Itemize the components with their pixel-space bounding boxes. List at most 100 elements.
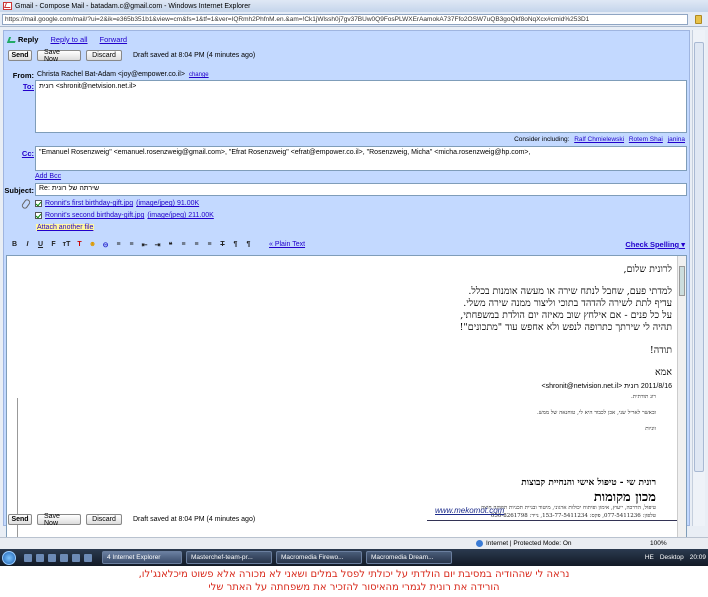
numbered-list-icon[interactable]: ≡ <box>114 240 123 249</box>
quick-launch-icon-1[interactable] <box>24 553 32 562</box>
clock[interactable]: 20:09 <box>690 554 706 561</box>
title-bar: Gmail - Compose Mail - batadam.c@gmail.c… <box>0 0 708 12</box>
url-field[interactable]: https://mail.google.com/mail/?ui=2&ik=e3… <box>2 14 688 25</box>
attach-another-link[interactable]: Attach another file <box>36 224 95 231</box>
body-line-1: למדתי פעם, שחבל לנתח שירה או מעשה אומנות… <box>468 286 672 297</box>
quick-launch-icon-3[interactable] <box>48 553 56 562</box>
change-from-link[interactable]: change <box>189 72 209 78</box>
format-toolbar: B I U F тT T ☻ ⊝ ≡ ≡ ⇤ ⇥ ❝ ≡ ≡ ≡ T ¶ ¶ «… <box>10 240 305 249</box>
subject-field[interactable]: Re: שירתה של רונית <box>35 183 687 196</box>
signature-services: טיפול, הדרכה, ייעוץ, אימון ופיתוח יכולות… <box>480 505 656 511</box>
attachment-row-2: Ronnit's second birthday-gift.jpg (image… <box>35 212 214 219</box>
underline-button[interactable]: U <box>36 240 45 249</box>
quote-icon[interactable]: ❝ <box>166 240 175 249</box>
italic-button[interactable]: I <box>23 240 32 249</box>
align-center-icon[interactable]: ≡ <box>192 240 201 249</box>
quick-launch-icon-2[interactable] <box>36 553 44 562</box>
consider-prefix: Consider including: <box>514 136 570 143</box>
add-bcc-link[interactable]: Add Bcc <box>35 173 61 180</box>
smiley-icon[interactable]: ☻ <box>88 240 97 249</box>
signoff-line: אמא <box>654 367 672 378</box>
quote-header: 2011/8/16 רונית <shronit@netvision.net.i… <box>541 383 672 390</box>
quick-launch-icon-6[interactable] <box>84 553 92 562</box>
body-scrollbar[interactable] <box>677 256 686 537</box>
desktop-toolbar[interactable]: Desktop <box>660 554 684 561</box>
quick-launch-icon-5[interactable] <box>72 553 80 562</box>
attachment-checkbox-2[interactable] <box>35 212 42 219</box>
image-caption: נראה לי שההודיה במסיבת יום הולדתי על יכו… <box>0 568 708 594</box>
remove-format-icon[interactable]: T <box>218 240 227 249</box>
to-field[interactable]: רונית <shronit@netvision.net.il> <box>35 80 687 133</box>
text-color-button[interactable]: T <box>75 240 84 249</box>
check-spelling-link[interactable]: Check Spelling ▾ <box>625 240 685 249</box>
page-scroll-thumb[interactable] <box>694 42 704 472</box>
reply-actions: Reply Reply to all Forward <box>6 35 128 44</box>
task-masterchef[interactable]: Masterchef-team-pr... <box>186 551 272 564</box>
rtl-icon[interactable]: ¶ <box>244 240 253 249</box>
reply-arrow-icon <box>6 37 18 44</box>
to-label[interactable]: To: <box>8 82 34 91</box>
bold-button[interactable]: B <box>10 240 19 249</box>
reply-link[interactable]: Reply <box>6 35 38 44</box>
task-dreamweaver[interactable]: Macromedia Dream... <box>366 551 452 564</box>
discard-button-bottom[interactable]: Discard <box>86 514 122 525</box>
bullet-list-icon[interactable]: ≡ <box>127 240 136 249</box>
caption-line-1: נראה לי שההודיה במסיבת יום הולדתי על יכו… <box>138 569 570 580</box>
signature-phones: טלפון: 077-5411236, פקס: 153-77-5411234,… <box>490 513 656 519</box>
consider-link-2[interactable]: Rotem Shai <box>629 136 663 143</box>
signature-name: רונית שי - טיפול אישי והנחיית קבוצות <box>521 478 656 488</box>
from-field: Christa Rachel Bat-Adam <joy@empower.co.… <box>37 71 209 78</box>
globe-icon <box>476 540 483 547</box>
thanks-line: תודה! <box>649 345 672 356</box>
status-bar: Internet | Protected Mode: On 100% <box>0 537 708 549</box>
font-button[interactable]: F <box>49 240 58 249</box>
quick-launch <box>24 553 92 562</box>
body-scroll-thumb[interactable] <box>679 266 685 296</box>
plain-text-link[interactable]: « Plain Text <box>269 241 305 248</box>
draft-status-bottom: Draft saved at 8:04 PM (4 minutes ago) <box>133 516 256 523</box>
consider-link-3[interactable]: janina <box>668 136 685 143</box>
attachment-row-1: Ronnit's first birthday-gift.jpg (image/… <box>35 200 199 207</box>
link-icon[interactable]: ⊝ <box>101 240 110 249</box>
reply-all-link[interactable]: Reply to all <box>50 35 87 44</box>
gmail-icon <box>3 2 12 10</box>
attachment-checkbox-1[interactable] <box>35 200 42 207</box>
font-size-button[interactable]: тT <box>62 240 71 249</box>
task-fireworks[interactable]: Macromedia Firewo... <box>276 551 362 564</box>
quote-line-2: ובאשר לאריל שני, אכן לכבוד היא לי, טוחנא… <box>536 410 656 416</box>
from-label: From: <box>12 71 34 80</box>
lock-icon[interactable] <box>695 15 702 24</box>
align-left-icon[interactable]: ≡ <box>179 240 188 249</box>
attachment-link-2[interactable]: Ronnit's second birthday-gift.jpg <box>45 212 144 219</box>
website-link[interactable]: www.mekomot.com <box>435 506 504 515</box>
cc-label[interactable]: Cc: <box>8 149 34 158</box>
save-button-bottom[interactable]: Save Now <box>37 513 81 527</box>
indent-icon[interactable]: ⇥ <box>153 240 162 249</box>
caption-line-2: הורידה את רונית לגמרי מהאיסור להזכיר את … <box>208 582 500 593</box>
align-right-icon[interactable]: ≡ <box>205 240 214 249</box>
page-scrollbar[interactable] <box>692 30 705 526</box>
zoom-level[interactable]: 100% <box>650 540 667 547</box>
attachment-meta-1[interactable]: (image/jpeg) 91.00K <box>136 200 199 207</box>
send-button-bottom[interactable]: Send <box>8 514 32 525</box>
cc-field[interactable]: "Emanuel Rosenzweig" <emanuel.rosenzweig… <box>35 146 687 171</box>
language-indicator[interactable]: HE <box>645 554 654 561</box>
zone-text: Internet | Protected Mode: On <box>486 540 572 547</box>
message-body[interactable]: לרונית שלום, למדתי פעם, שחבל לנתח שירה א… <box>6 255 687 538</box>
task-internet-explorer[interactable]: 4 Internet Explorer <box>102 551 182 564</box>
consider-link-1[interactable]: Ralf Chmielewski <box>574 136 624 143</box>
save-button[interactable]: Save Now <box>37 49 81 63</box>
attachment-meta-2[interactable]: (image/jpeg) 211.00K <box>147 212 213 219</box>
top-toolbar: Send Save Now Discard Draft saved at 8:0… <box>8 49 255 63</box>
discard-button[interactable]: Discard <box>86 50 122 61</box>
signature-org: מכון מקומות <box>593 490 656 505</box>
forward-link[interactable]: Forward <box>100 35 128 44</box>
start-button[interactable] <box>2 550 16 565</box>
quote-line-1: רונ תודתית. <box>631 394 656 400</box>
send-button[interactable]: Send <box>8 50 32 61</box>
outdent-icon[interactable]: ⇤ <box>140 240 149 249</box>
attachment-link-1[interactable]: Ronnit's first birthday-gift.jpg <box>45 200 133 207</box>
quick-launch-icon-4[interactable] <box>60 553 68 562</box>
security-zone[interactable]: Internet | Protected Mode: On <box>476 540 572 547</box>
ltr-icon[interactable]: ¶ <box>231 240 240 249</box>
